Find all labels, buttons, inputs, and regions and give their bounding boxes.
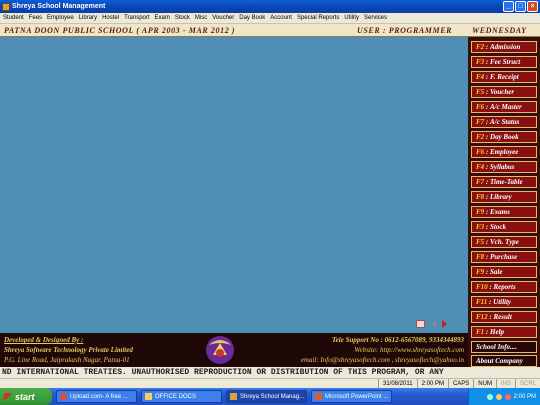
developed-by-label: Developed & Designed By : — [4, 336, 84, 344]
window-titlebar: Shreya School Management _ □ × — [0, 0, 540, 13]
menu-day-book[interactable]: Day Book — [239, 15, 265, 21]
menu-account[interactable]: Account — [270, 15, 292, 21]
menu-student[interactable]: Student — [3, 15, 24, 21]
app-icon — [230, 393, 237, 400]
side-button-voucher[interactable]: F5 : Voucher — [471, 86, 537, 98]
side-button-stock[interactable]: F3 : Stock — [471, 221, 537, 233]
tele-support: Tele Support No : 0612-6567089, 93343448… — [332, 336, 464, 344]
menu-misc[interactable]: Misc — [195, 15, 207, 21]
copyright-ticker: ND INTERNATIONAL TREATIES. UNAUTHORISED … — [0, 367, 540, 378]
menu-transport[interactable]: Transport — [124, 15, 149, 21]
taskbar-item-upload[interactable]: Upload.com- A free ... — [56, 390, 137, 403]
side-button-time-table[interactable]: F7 : Time-Table — [471, 176, 537, 188]
windows-taskbar: start Upload.com- A free ... OFFICE DOCS… — [0, 388, 540, 405]
side-button-fee-struct[interactable]: F3 : Fee Struct — [471, 56, 537, 68]
menu-services[interactable]: Services — [364, 15, 387, 21]
side-button-sale[interactable]: F9 : Sale — [471, 266, 537, 278]
maximize-button[interactable]: □ — [515, 1, 526, 12]
app-icon — [2, 2, 10, 11]
close-button[interactable]: × — [527, 1, 538, 12]
side-button-result[interactable]: F12 : Result — [471, 311, 537, 323]
current-user: USER : PROGRAMMER — [357, 25, 453, 35]
status-scrl: SCRL — [514, 378, 540, 389]
current-day: WEDNESDAY — [472, 25, 527, 35]
status-date: 31/08/2011 — [378, 378, 417, 389]
developer-footer: Developed & Designed By : Shreya Softwar… — [0, 333, 468, 367]
network-icon[interactable] — [486, 393, 493, 400]
menu-library[interactable]: Library — [79, 15, 97, 21]
shortcut-panel: F2 : Admission F3 : Fee Struct F4 : F. R… — [468, 37, 540, 367]
browser-icon — [60, 393, 67, 400]
side-button-employee[interactable]: F6 : Employee — [471, 146, 537, 158]
status-caps: CAPS — [447, 378, 473, 389]
start-button[interactable]: start — [0, 388, 52, 405]
side-button-utility[interactable]: F11 : Utility — [471, 296, 537, 308]
side-button-vch-type[interactable]: F5 : Vch. Type — [471, 236, 537, 248]
side-button-syllabus[interactable]: F4 : Syllabus — [471, 161, 537, 173]
folder-icon — [145, 393, 152, 400]
status-time: 2:00 PM — [416, 378, 448, 389]
security-icon[interactable] — [504, 393, 511, 400]
status-ins: INS — [495, 378, 515, 389]
volume-icon[interactable] — [495, 393, 502, 400]
status-num: NUM — [473, 378, 496, 389]
taskbar-item-shreya[interactable]: Shreya School Manag... — [226, 390, 307, 403]
company-name: Shreya Software Technology Private Limit… — [4, 346, 133, 354]
menu-utility[interactable]: Utility — [344, 15, 359, 21]
previous-arrow-icon[interactable] — [431, 320, 436, 328]
side-button-admission[interactable]: F2 : Admission — [471, 41, 537, 53]
menu-stock[interactable]: Stock — [175, 15, 190, 21]
school-name: PATNA DOON PUBLIC SCHOOL ( APR 2003 - MA… — [4, 25, 236, 35]
menu-exam[interactable]: Exam — [155, 15, 170, 21]
next-arrow-icon[interactable] — [442, 320, 447, 328]
side-button-school-info[interactable]: School Info.... — [471, 341, 537, 353]
email: email: Info@shreyasoftech.com , shreyaso… — [300, 356, 464, 364]
side-button-exams[interactable]: F9 : Exams — [471, 206, 537, 218]
side-button-about-company[interactable]: About Company — [471, 355, 537, 367]
window-title: Shreya School Management — [12, 3, 106, 10]
taskbar-item-office-docs[interactable]: OFFICE DOCS — [141, 390, 222, 403]
school-header: PATNA DOON PUBLIC SCHOOL ( APR 2003 - MA… — [0, 24, 540, 37]
website: Website: http://www.shreyasoftech.com — [354, 346, 464, 354]
taskbar-item-powerpoint[interactable]: Microsoft PowerPoint ... — [311, 390, 392, 403]
menu-bar: Student Fees Employee Library Hostel Tra… — [0, 13, 540, 24]
side-button-help[interactable]: F1 : Help — [471, 326, 537, 338]
restore-windows-icon[interactable] — [416, 320, 425, 328]
menu-voucher[interactable]: Voucher — [212, 15, 234, 21]
side-button-ac-status[interactable]: F7 : A/c Status — [471, 116, 537, 128]
powerpoint-icon — [315, 393, 322, 400]
side-button-day-book[interactable]: F2 : Day Book — [471, 131, 537, 143]
menu-fees[interactable]: Fees — [29, 15, 42, 21]
system-tray: 2:00 PM — [468, 388, 540, 405]
navigation-controls — [416, 320, 447, 328]
side-button-purchase[interactable]: F8 : Purchase — [471, 251, 537, 263]
tray-clock: 2:00 PM — [513, 393, 536, 400]
side-button-reports[interactable]: F10 : Reports — [471, 281, 537, 293]
side-button-f-receipt[interactable]: F4 : F. Receipt — [471, 71, 537, 83]
company-logo-icon — [206, 336, 234, 364]
menu-employee[interactable]: Employee — [47, 15, 74, 21]
windows-flag-icon — [4, 392, 12, 401]
minimize-button[interactable]: _ — [503, 1, 514, 12]
main-workspace — [0, 37, 468, 333]
side-button-ac-master[interactable]: F6 : A/c Master — [471, 101, 537, 113]
side-button-library[interactable]: F8 : Library — [471, 191, 537, 203]
menu-hostel[interactable]: Hostel — [102, 15, 119, 21]
company-address: P.G. Line Road, Jaiprakash Nagar, Patna-… — [4, 356, 130, 364]
status-bar: 31/08/2011 2:00 PM CAPS NUM INS SCRL — [0, 378, 540, 389]
menu-special-reports[interactable]: Special Reports — [297, 15, 339, 21]
